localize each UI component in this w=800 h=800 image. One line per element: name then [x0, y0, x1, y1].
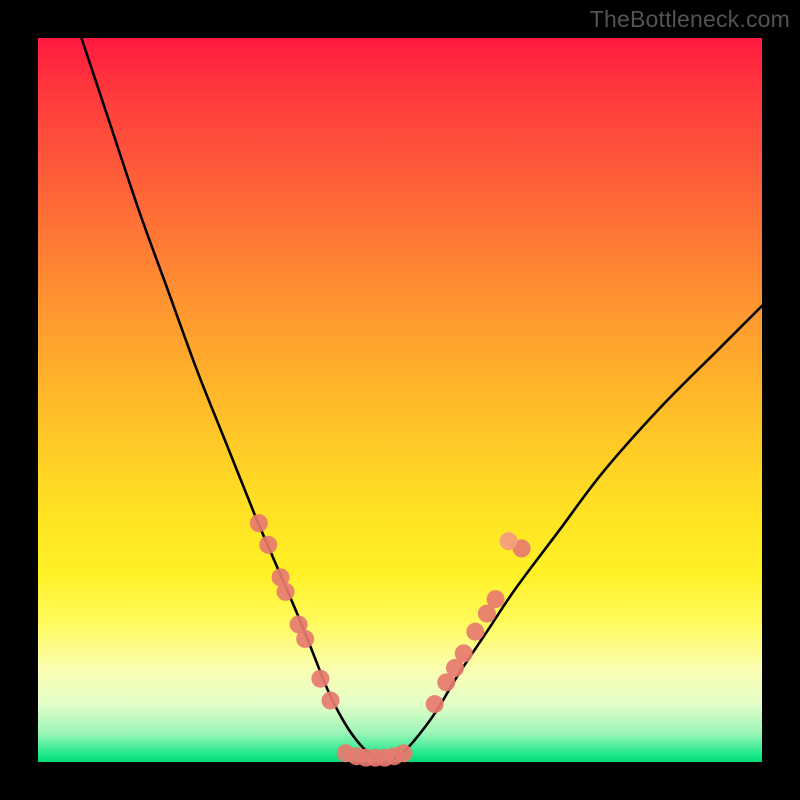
marker-dot [500, 532, 518, 550]
marker-dot [259, 536, 277, 554]
marker-dot [426, 695, 444, 713]
bottleneck-curve [81, 38, 762, 762]
marker-dot [455, 644, 473, 662]
scatter-markers [250, 514, 531, 767]
curve-group [81, 38, 762, 762]
watermark-text: TheBottleneck.com [590, 6, 790, 33]
marker-dot [296, 630, 314, 648]
plot-area [38, 38, 762, 762]
marker-dot [277, 583, 295, 601]
chart-svg [38, 38, 762, 762]
marker-dot [250, 514, 268, 532]
marker-dot [395, 744, 413, 762]
marker-dot [466, 623, 484, 641]
chart-frame: TheBottleneck.com [0, 0, 800, 800]
marker-dot [322, 691, 340, 709]
marker-dot [487, 590, 505, 608]
marker-dot [311, 670, 329, 688]
